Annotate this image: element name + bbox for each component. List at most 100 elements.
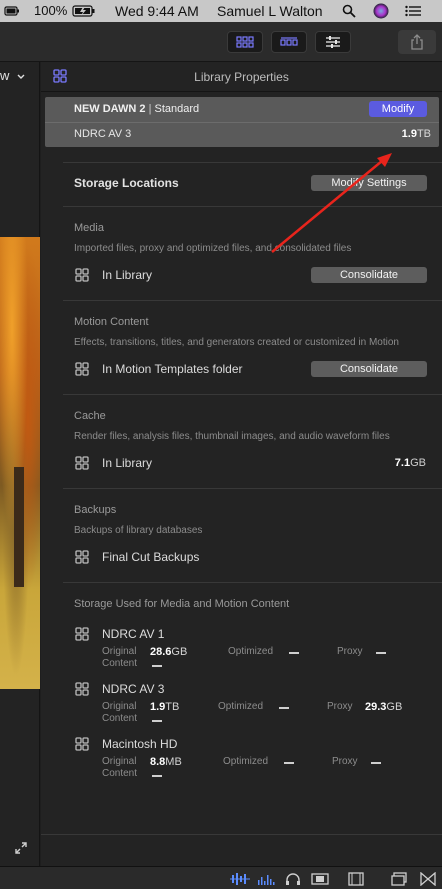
modify-settings-button[interactable]: Modify Settings: [311, 175, 427, 191]
library-icon: [75, 737, 89, 751]
divider: [63, 582, 442, 583]
menubar-user[interactable]: Samuel L Walton: [217, 3, 323, 19]
library-icon: [75, 682, 89, 696]
optimized-dash: [279, 707, 289, 709]
waveform-icon[interactable]: [257, 872, 277, 886]
volume-name: NDRC AV 3: [102, 682, 165, 696]
media-title: Media: [74, 222, 104, 234]
browser-layout-button[interactable]: [227, 31, 263, 53]
divider: [45, 122, 439, 123]
inspector-toggle-button[interactable]: [315, 31, 351, 53]
menubar-clock[interactable]: Wed 9:44 AM: [115, 3, 199, 19]
original-size: 28.6GB: [150, 646, 188, 658]
proxy-dash: [376, 652, 386, 654]
media-description: Imported files, proxy and optimized file…: [74, 243, 352, 254]
clip-appearance-icon[interactable]: [311, 872, 329, 886]
search-icon[interactable]: [342, 4, 356, 18]
dash: [152, 775, 162, 777]
viewer-dropdown[interactable]: w: [0, 68, 25, 83]
optimized-dash: [289, 652, 299, 654]
proxy-size: 29.3GB: [365, 701, 403, 713]
chevron-down-icon: [17, 74, 25, 79]
divider: [63, 394, 442, 395]
proxy-label: Proxy: [327, 701, 353, 712]
timeline-layout-icon: [280, 37, 298, 46]
consolidate-media-button[interactable]: Consolidate: [311, 267, 427, 283]
proxy-dash: [371, 762, 381, 764]
library-icon: [75, 362, 89, 376]
consolidate-motion-button[interactable]: Consolidate: [311, 361, 427, 377]
divider: [41, 834, 442, 835]
modify-button[interactable]: Modify: [369, 101, 427, 117]
optimized-label: Optimized: [228, 646, 274, 657]
backups-location: Final Cut Backups: [102, 550, 200, 564]
inspector-toggle-icon: [326, 36, 340, 48]
library-summary: NEW DAWN 2 | Standard Modify NDRC AV 3 1…: [45, 97, 439, 147]
dash: [152, 720, 162, 722]
share-button[interactable]: [398, 30, 436, 54]
optimized-dash: [284, 762, 294, 764]
timeline-layout-button[interactable]: [271, 31, 307, 53]
audio-meter-icon[interactable]: [230, 872, 250, 886]
viewer-dropdown-label: w: [0, 68, 10, 83]
bottom-toolbar: [0, 866, 442, 889]
original-content-label: Original Content: [102, 756, 138, 779]
divider: [63, 300, 442, 301]
motion-content-location: In Motion Templates folder: [102, 362, 243, 376]
siri-icon[interactable]: [373, 3, 389, 19]
battery-charging-icon[interactable]: [72, 4, 96, 18]
volume-name: Macintosh HD: [102, 737, 178, 751]
list-icon[interactable]: [405, 5, 421, 17]
viewer-panel: w: [0, 62, 40, 866]
library-icon: [75, 456, 89, 470]
inspector-title: Library Properties: [194, 70, 289, 84]
library-volume: NDRC AV 3: [74, 128, 132, 140]
library-size: 1.9TB: [401, 128, 431, 140]
proxy-label: Proxy: [332, 756, 358, 767]
library-icon: [75, 268, 89, 282]
cache-location: In Library: [102, 456, 153, 470]
toolbar: [0, 22, 442, 62]
window-icon[interactable]: [391, 872, 407, 886]
library-type: Standard: [154, 103, 200, 115]
viewer-frame-image[interactable]: [0, 237, 40, 689]
headphones-icon[interactable]: [285, 872, 301, 886]
original-content-label: Original Content: [102, 701, 138, 724]
proxy-label: Proxy: [337, 646, 363, 657]
divider: [63, 206, 442, 207]
cache-size: 7.1GB: [394, 457, 426, 469]
optimized-label: Optimized: [223, 756, 269, 767]
battery-percentage: 100%: [34, 3, 68, 18]
library-name-row: NEW DAWN 2 | Standard: [74, 103, 199, 115]
original-size: 8.8MB: [150, 756, 182, 768]
storage-locations-title: Storage Locations: [74, 176, 179, 190]
motion-content-description: Effects, transitions, titles, and genera…: [74, 337, 399, 348]
tree-trunk: [14, 467, 24, 587]
library-inspector: Library Properties NEW DAWN 2 | Standard…: [41, 62, 442, 866]
library-name: NEW DAWN 2: [74, 103, 146, 115]
filmstrip-icon[interactable]: [348, 872, 364, 886]
divider: [63, 488, 442, 489]
cache-title: Cache: [74, 410, 106, 422]
backups-title: Backups: [74, 504, 117, 516]
menu-bar: 100% Wed 9:44 AM Samuel L Walton: [0, 0, 442, 22]
battery-icon[interactable]: [4, 5, 20, 17]
dash: [152, 665, 162, 667]
library-icon: [75, 550, 89, 564]
storage-used-title: Storage Used for Media and Motion Conten…: [74, 598, 290, 610]
cache-description: Render files, analysis files, thumbnail …: [74, 431, 390, 442]
divider: [63, 162, 442, 163]
library-icon: [75, 627, 89, 641]
volume-name: NDRC AV 1: [102, 627, 165, 641]
original-content-label: Original Content: [102, 646, 138, 669]
optimized-label: Optimized: [218, 701, 264, 712]
bowtie-icon[interactable]: [420, 872, 436, 886]
inspector-header: Library Properties: [41, 62, 442, 92]
browser-layout-icon: [236, 36, 254, 48]
media-location: In Library: [102, 268, 153, 282]
expand-icon[interactable]: [14, 841, 28, 855]
motion-content-title: Motion Content: [74, 316, 149, 328]
share-icon: [411, 34, 423, 50]
library-separator: |: [148, 103, 152, 115]
original-size: 1.9TB: [150, 701, 180, 713]
